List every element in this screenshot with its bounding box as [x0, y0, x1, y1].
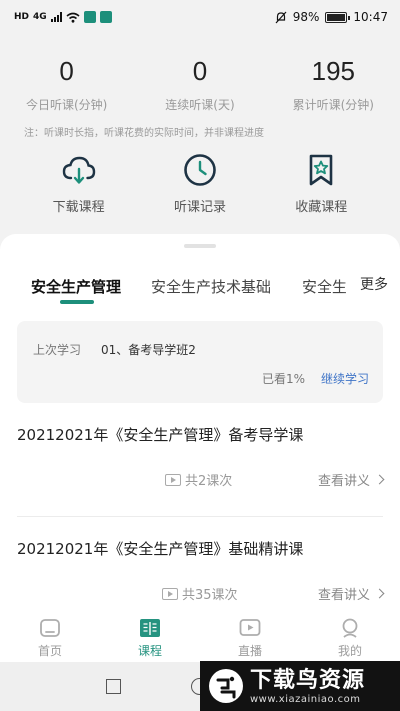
nav-label: 直播 — [237, 644, 262, 658]
tab-safety-management[interactable]: 安全生产管理 — [31, 276, 121, 297]
hd-badge: HD — [14, 12, 30, 22]
watermark: 下载鸟资源 www.xiazainiao.com — [200, 661, 400, 711]
cloud-download-icon — [62, 156, 95, 184]
lesson-count-text: 共35课次 — [182, 588, 238, 603]
stat-value: 0 — [192, 56, 208, 86]
stat-streak: 0 连续听课(天) — [133, 48, 266, 113]
lesson-count: 共35课次 — [162, 584, 238, 603]
status-left: HD 4G — [14, 11, 112, 23]
stats-note: 注：听课时长指，听课花费的实际时间，并非课程进度 — [24, 128, 264, 139]
nav-live[interactable]: 直播 — [200, 610, 300, 662]
stat-label: 连续听课(天) — [165, 98, 235, 112]
course-title: 20212021年《安全生产管理》基础精讲课 — [17, 540, 304, 558]
status-bar: HD 4G 98% 10:47 — [0, 0, 400, 34]
nav-label: 课程 — [137, 644, 162, 658]
subject-tabs: 安全生产管理 安全生产技术基础 安全生 更多 — [0, 272, 400, 310]
nav-home[interactable]: 首页 — [0, 610, 100, 662]
last-study-card[interactable]: 上次学习 01、备考导学班2 已看1% 继续学习 — [17, 321, 383, 403]
clock-icon — [184, 154, 216, 186]
battery-percent: 98% — [292, 10, 320, 24]
stat-label: 今日听课(分钟) — [25, 98, 108, 112]
course-title: 20212021年《安全生产管理》备考导学课 — [17, 426, 304, 444]
wifi-icon — [66, 12, 80, 23]
view-notes-label: 查看讲义 — [317, 474, 370, 489]
continue-learning-link[interactable]: 继续学习 — [321, 370, 369, 387]
view-notes-link[interactable]: 查看讲义 — [317, 470, 385, 489]
chevron-right-icon — [374, 474, 385, 485]
drag-handle[interactable] — [184, 244, 216, 248]
app-notification-icon — [99, 11, 112, 23]
watermark-text: 下载鸟资源 www.xiazainiao.com — [250, 668, 365, 705]
favorites-button[interactable]: 收藏课程 — [271, 152, 371, 215]
course-item[interactable]: 20212021年《安全生产管理》基础精讲课 — [17, 538, 383, 559]
course-item[interactable]: 20212021年《安全生产管理》备考导学课 — [17, 424, 383, 445]
download-courses-button[interactable]: 下载课程 — [29, 152, 129, 215]
action-label: 收藏课程 — [295, 200, 348, 215]
nav-courses[interactable]: 课程 — [100, 610, 200, 662]
watermark-logo-icon — [209, 669, 243, 703]
view-notes-link[interactable]: 查看讲义 — [317, 584, 385, 603]
mute-bell-icon — [275, 11, 287, 23]
study-history-button[interactable]: 听课记录 — [150, 152, 250, 215]
tab-safety-technology[interactable]: 安全生产技术基础 — [151, 276, 271, 297]
active-tab-indicator — [60, 300, 94, 304]
profile-icon — [342, 618, 358, 638]
status-right: 98% 10:47 — [275, 10, 388, 24]
video-icon — [165, 473, 181, 486]
battery-icon — [325, 11, 351, 23]
study-stats: 0 今日听课(分钟) 0 连续听课(天) 195 累计听课(分钟) — [0, 48, 400, 113]
last-study-label: 上次学习 — [33, 343, 82, 357]
action-label: 听课记录 — [173, 200, 226, 215]
app-notification-icon — [83, 11, 96, 23]
bottom-nav: 首页 课程 直播 我的 — [0, 610, 400, 662]
divider — [17, 516, 383, 517]
video-icon — [162, 587, 178, 600]
network-type: 4G — [33, 12, 47, 22]
watermark-main: 下载鸟资源 — [250, 667, 366, 693]
recent-apps-button[interactable] — [106, 679, 121, 694]
chevron-right-icon — [374, 588, 385, 599]
course-meta: 共2课次 查看讲义 — [17, 470, 385, 490]
nav-label: 首页 — [37, 644, 62, 658]
course-meta: 共35课次 查看讲义 — [17, 584, 385, 604]
stat-label: 累计听课(分钟) — [292, 98, 374, 112]
quick-actions: 下载课程 听课记录 收藏课程 — [0, 152, 400, 215]
tabs-scroll[interactable]: 安全生产管理 安全生产技术基础 安全生 — [0, 272, 346, 310]
clock-time: 10:47 — [353, 10, 388, 24]
more-tabs-button[interactable]: 更多 — [354, 274, 388, 294]
lesson-count: 共2课次 — [165, 470, 232, 489]
nav-profile[interactable]: 我的 — [300, 610, 400, 662]
live-play-icon — [239, 619, 261, 636]
lesson-count-text: 共2课次 — [185, 474, 233, 489]
bookmark-star-icon — [310, 154, 333, 186]
course-book-icon — [140, 619, 160, 637]
watermark-url: www.xiazainiao.com — [250, 693, 361, 705]
stat-value: 0 — [59, 56, 74, 86]
signal-icon — [50, 12, 62, 22]
tab-safety-partial[interactable]: 安全生 — [302, 276, 346, 297]
last-study-title: 01、备考导学班2 — [101, 343, 196, 357]
stat-today: 0 今日听课(分钟) — [0, 48, 133, 113]
home-icon — [40, 619, 60, 637]
stat-total: 195 累计听课(分钟) — [267, 48, 400, 113]
action-label: 下载课程 — [52, 200, 105, 215]
watch-progress: 已看1% — [261, 372, 305, 386]
stat-value: 195 — [311, 56, 356, 86]
nav-label: 我的 — [337, 644, 362, 658]
view-notes-label: 查看讲义 — [317, 588, 370, 603]
